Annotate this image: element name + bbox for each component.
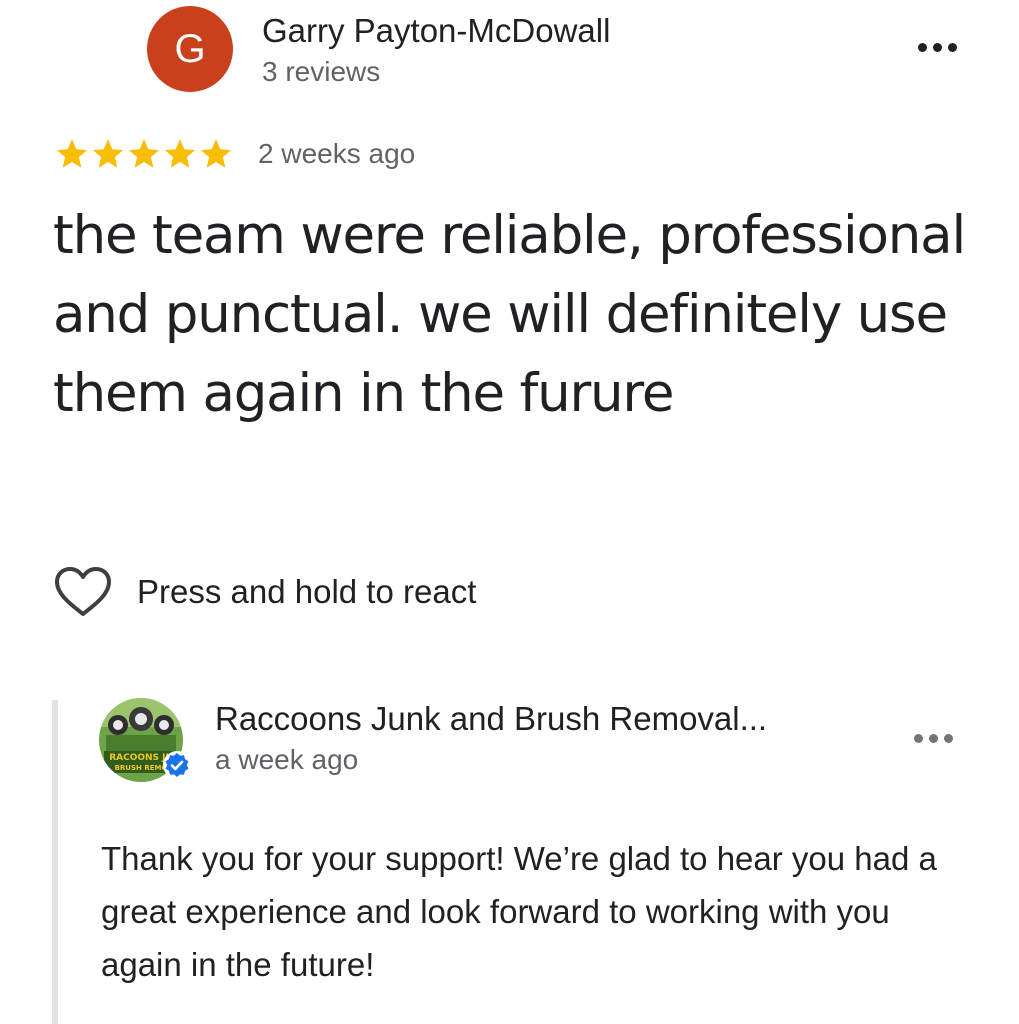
star-icon [57,139,87,168]
reply-text: Thank you for your support! We’re glad t… [101,840,937,983]
star-icon [201,139,231,168]
star-icon [165,139,195,168]
star-rating [54,136,234,172]
review-more-options-button[interactable] [918,43,957,52]
author-initial: G [174,27,206,71]
heart-icon [55,567,111,616]
verified-icon [163,751,191,779]
more-dot [948,43,957,52]
star-icon [93,139,123,168]
reply-date: a week ago [215,744,359,775]
more-horizontal-icon [914,734,923,743]
review-text: the team were reliable, professional and… [53,205,966,424]
reply-more-options-button[interactable] [914,734,953,743]
author-review-count: 3 reviews [262,56,381,87]
review-date: 2 weeks ago [258,138,416,169]
reply-divider [52,700,58,1024]
author-avatar[interactable]: G [147,6,233,92]
owner-name[interactable]: Raccoons Junk and Brush Removal... [215,700,767,738]
more-dot [933,43,942,52]
react-button[interactable]: Press and hold to react [54,566,476,618]
react-label: Press and hold to react [137,573,477,610]
owner-logo-text-2: BRUSH REMO [115,764,168,772]
more-dot [929,734,938,743]
star-icon [129,139,159,168]
more-horizontal-icon [918,43,927,52]
author-name[interactable]: Garry Payton-McDowall [262,12,610,50]
more-dot [944,734,953,743]
review-card: G Garry Payton-McDowall 3 reviews 2 week… [0,0,1019,1024]
